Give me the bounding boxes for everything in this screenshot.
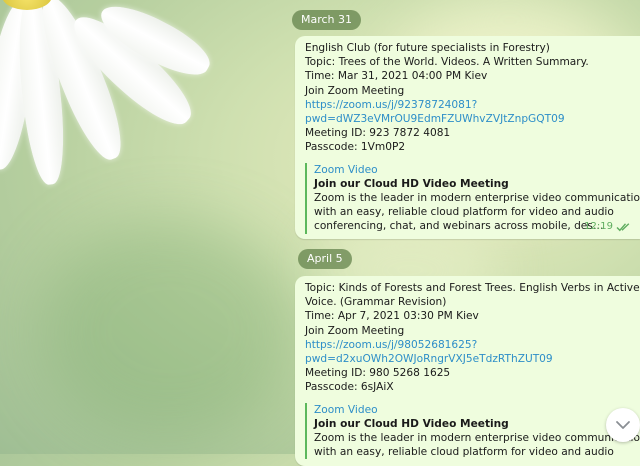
preview-description: with an easy, reliable cloud platform fo… (314, 446, 614, 459)
double-check-icon (616, 223, 630, 232)
preview-description: Zoom is the leader in modern enterprise … (314, 432, 640, 445)
scroll-down-button[interactable] (606, 408, 640, 442)
message-bubble[interactable]: English Club (for future specialists in … (295, 36, 640, 239)
zoom-link[interactable]: pwd=d2xuOWh2OWJoRngrVXJ5eTdzRThZUT09 (305, 352, 640, 366)
preview-title: Join our Cloud HD Video Meeting (314, 417, 509, 430)
date-label: March 31 (301, 13, 353, 26)
date-label: April 5 (307, 252, 343, 265)
link-preview[interactable]: Zoom Video Join our Cloud HD Video Meeti… (305, 402, 640, 460)
message-line: Time: Apr 7, 2021 03:30 PM Kiev (305, 310, 479, 323)
date-separator: April 5 (298, 249, 352, 269)
message-meta: 12:19 (584, 220, 632, 234)
message-line: Voice. (Grammar Revision) (305, 296, 447, 309)
message-line: English Club (for future specialists in … (305, 42, 550, 54)
chevron-down-icon (616, 421, 630, 429)
preview-title: Join our Cloud HD Video Meeting (314, 177, 509, 190)
message-line: Join Zoom Meeting (305, 84, 405, 97)
preview-description: Zoom is the leader in modern enterprise … (314, 192, 640, 205)
message-line: Passcode: 1Vm0P2 (305, 141, 406, 154)
zoom-link[interactable]: https://zoom.us/j/92378724081? (305, 98, 640, 112)
preview-site-name: Zoom Video (314, 163, 378, 176)
message-line: Meeting ID: 923 7872 4081 (305, 127, 451, 140)
message-line: Passcode: 6sJAiX (305, 381, 394, 394)
preview-site-name: Zoom Video (314, 403, 378, 416)
message-line: Meeting ID: 980 5268 1625 (305, 367, 451, 380)
message-line: Join Zoom Meeting (305, 324, 405, 337)
zoom-link[interactable]: https://zoom.us/j/98052681625? (305, 338, 640, 352)
preview-description: with an easy, reliable cloud platform fo… (314, 206, 614, 219)
link-preview[interactable]: Zoom Video Join our Cloud HD Video Meeti… (305, 162, 640, 234)
message-line: Topic: Kinds of Forests and Forest Trees… (305, 282, 640, 294)
message-line: Time: Mar 31, 2021 04:00 PM Kiev (305, 70, 488, 83)
zoom-link[interactable]: pwd=dWZ3eVMrOU9EdmFZUWhvZVJtZnpGQT09 (305, 112, 640, 126)
message-bubble[interactable]: Topic: Kinds of Forests and Forest Trees… (295, 276, 640, 466)
message-time: 12:19 (584, 220, 613, 232)
message-line: Topic: Trees of the World. Videos. A Wri… (305, 56, 589, 69)
date-separator: March 31 (292, 10, 362, 30)
